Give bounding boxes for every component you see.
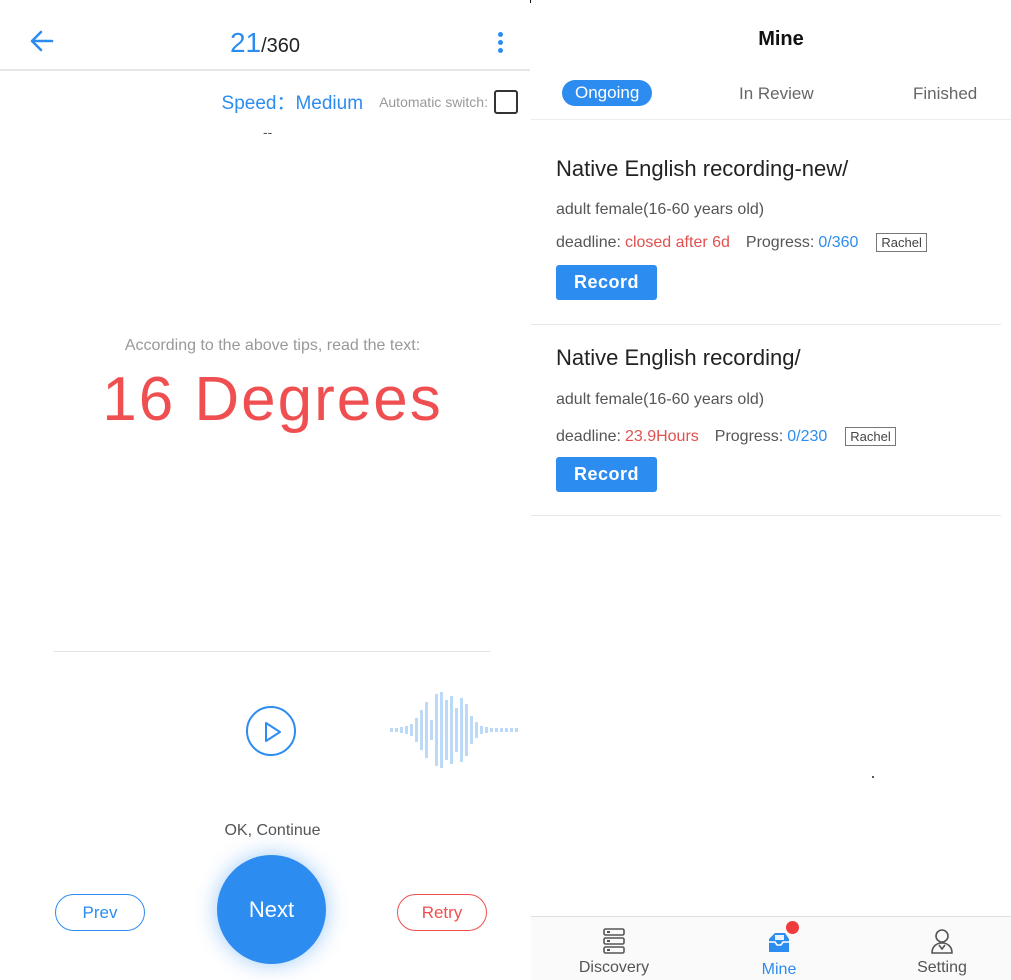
record-button[interactable]: Record (556, 457, 657, 492)
nav-mine-label: Mine (761, 961, 797, 978)
deadline-value: closed after 6d (624, 233, 730, 251)
record-button[interactable]: Record (556, 265, 657, 300)
prev-button[interactable]: Prev (55, 894, 145, 931)
prompt-text: 16 Degrees (102, 365, 443, 434)
recording-header: 21/360 (0, 3, 530, 71)
play-icon (265, 722, 281, 742)
progress-value: 0/230 (787, 427, 828, 445)
tab-finished[interactable]: Finished (913, 84, 977, 104)
mine-screen: Mine Ongoing In Review Finished Native E… (531, 0, 1011, 980)
user-icon (931, 929, 953, 954)
ok-continue-label: OK, Continue (224, 822, 321, 839)
counter-current: 21 (229, 27, 262, 58)
task-subtitle: adult female(16-60 years old) (556, 391, 765, 408)
speaker-tag: Rachel (876, 233, 927, 252)
more-options-icon[interactable] (490, 29, 510, 57)
speed-row: Speed：Medium Automatic switch: (222, 88, 518, 115)
nav-discovery[interactable]: Discovery (554, 917, 674, 980)
reading-tip: According to the above tips, read the te… (124, 337, 421, 354)
task-meta: deadline: closed after 6d Progress: 0/36… (556, 233, 927, 252)
auto-switch-checkbox[interactable] (494, 89, 518, 114)
nav-setting[interactable]: Setting (882, 917, 1002, 980)
divider (54, 651, 490, 652)
task-card: Native English recording/ adult female(1… (531, 325, 1001, 516)
progress-value: 0/360 (818, 233, 859, 251)
play-button[interactable] (246, 706, 296, 756)
waveform-icon (390, 692, 518, 768)
list-icon (603, 928, 625, 954)
status-tabs: Ongoing In Review Finished (531, 78, 1011, 120)
tab-in-review[interactable]: In Review (739, 84, 814, 104)
stray-dot (872, 776, 874, 778)
task-title: Native English recording/ (556, 345, 801, 370)
recording-screen: 21/360 Speed：Medium Automatic switch: --… (0, 0, 530, 980)
bottom-nav: Discovery Mine Setting (531, 916, 1011, 980)
page-title: Mine (758, 28, 804, 50)
next-button[interactable]: Next (217, 855, 326, 964)
speaker-tag: Rachel (845, 427, 896, 446)
progress-label: Progress: (714, 427, 784, 445)
deadline-value: 23.9Hours (624, 427, 699, 445)
hint-placeholder: -- (263, 124, 273, 140)
task-title: Native English recording-new/ (556, 156, 849, 181)
counter-total: /360 (261, 35, 301, 57)
task-meta: deadline: 23.9Hours Progress: 0/230 Rach… (556, 427, 896, 446)
nav-setting-label: Setting (917, 959, 967, 976)
progress-label: Progress: (745, 233, 815, 251)
deadline-label: deadline: (556, 427, 621, 445)
auto-switch-label: Automatic switch: (379, 93, 488, 110)
nav-discovery-label: Discovery (578, 959, 650, 976)
item-counter: 21/360 (0, 27, 530, 59)
notification-dot (786, 921, 799, 934)
task-subtitle: adult female(16-60 years old) (556, 201, 765, 218)
retry-button[interactable]: Retry (397, 894, 487, 931)
deadline-label: deadline: (556, 233, 621, 251)
speed-label[interactable]: Speed：Medium (222, 88, 364, 115)
task-card: Native English recording-new/ adult fema… (531, 120, 1001, 325)
nav-mine[interactable]: Mine (719, 917, 839, 980)
tab-ongoing[interactable]: Ongoing (562, 80, 653, 106)
